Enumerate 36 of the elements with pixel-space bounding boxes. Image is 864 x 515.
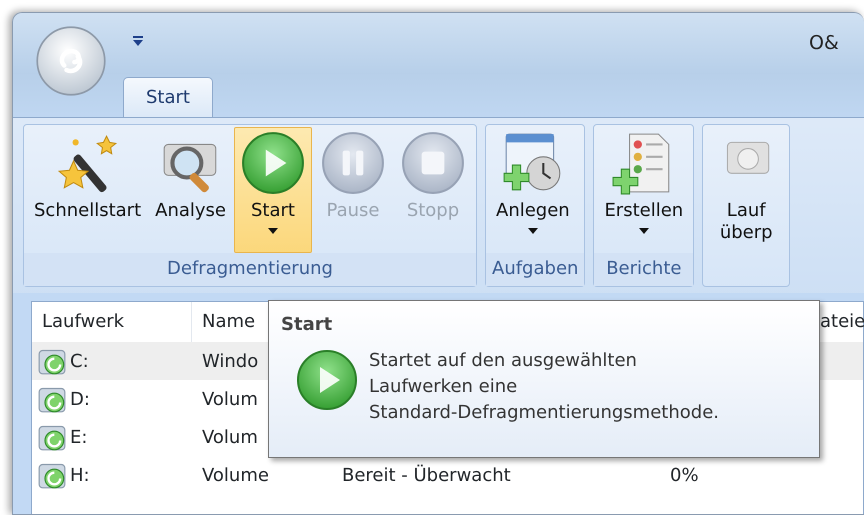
pause-icon [320, 130, 386, 196]
tooltip-text: Startet auf den ausgewählten Laufwerken eine Standard-Defragmentierungsmethode. [369, 349, 719, 426]
ribbon-tab[interactable]: Start [123, 77, 213, 117]
window-title: O& [809, 31, 839, 56]
table-cell-text: Volum [202, 388, 258, 412]
caret-icon [268, 228, 278, 234]
group-label: Defragmentierung [24, 253, 476, 286]
ribbon-button[interactable]: Analyse [149, 127, 232, 253]
stop-icon [400, 130, 466, 196]
table-cell-text: D: [70, 388, 90, 412]
group-label: Aufgaben [486, 253, 584, 286]
table-cell-text: Windo [202, 350, 258, 374]
drive-icon [38, 461, 66, 489]
ribbon-button[interactable]: Anlegen [490, 127, 576, 253]
ribbon-button[interactable]: Schnellstart [28, 127, 148, 253]
caret-icon [528, 228, 538, 234]
tooltip-title: Start [281, 313, 334, 337]
table-cell-text: 0% [670, 464, 699, 488]
drive-icon [38, 347, 66, 375]
play-icon [240, 130, 306, 196]
caret-icon [638, 228, 649, 234]
dropdown-icon[interactable] [131, 33, 145, 47]
group-label: Berichte [594, 253, 694, 286]
table-cell-text: Volume [202, 464, 269, 488]
ribbon-button[interactable]: Start [234, 127, 312, 253]
table-cell-text: E: [70, 426, 88, 450]
application-button[interactable] [35, 25, 107, 97]
table-cell-text: C: [70, 350, 89, 374]
drive-icon [38, 423, 66, 451]
table-cell-text: H: [70, 464, 90, 488]
drive-icon [38, 385, 66, 413]
ribbon-button[interactable]: Erstellen [598, 127, 690, 253]
table-cell-text: Bereit - Überwacht [342, 464, 511, 488]
ribbon-button[interactable]: Lauf überp [707, 127, 786, 253]
table-cell-text: Volum [202, 426, 258, 450]
play-icon [295, 348, 359, 412]
